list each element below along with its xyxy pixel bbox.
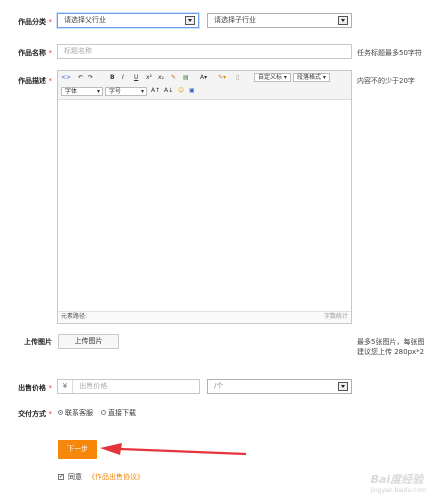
element-path: 元素路径: xyxy=(61,313,88,320)
watermark-url: jingyan.baidu.com xyxy=(370,487,426,494)
title-label: 作品名称 * xyxy=(18,49,52,57)
superscript-icon[interactable]: x² xyxy=(146,74,152,82)
editor-statusbar: 元素路径: 字数统计 xyxy=(58,311,351,323)
child-industry-value: 请选择子行业 xyxy=(214,16,256,24)
price-input[interactable]: ¥ 出售价格 xyxy=(57,379,200,394)
undo-icon[interactable]: ↶ xyxy=(78,74,83,82)
italic-icon[interactable]: I xyxy=(122,74,124,82)
currency-symbol: ¥ xyxy=(58,380,73,393)
editor-toolbar: <> ↶ ↷ B I U x² x₂ ✎ ▤ A▾ ✎▾ ▯ 自定义标 ▾ 段落… xyxy=(58,71,351,100)
chevron-down-icon xyxy=(185,16,195,25)
custom-title-select[interactable]: 自定义标 ▾ xyxy=(254,73,291,82)
category-label: 作品分类 * xyxy=(18,18,52,26)
delivery-contact-radio[interactable] xyxy=(58,410,63,415)
baidu-jingyan-watermark: Bai度经验 jingyan.baidu.com xyxy=(371,471,426,494)
font-family-value: 字体 xyxy=(65,88,78,95)
paragraph-format-select[interactable]: 段落格式 ▾ xyxy=(293,73,330,82)
emoticon-icon[interactable]: ☺ xyxy=(178,87,184,95)
chevron-down-icon: ▾ xyxy=(96,88,100,95)
upload-hint-line2: 建议您上传 280px*2 xyxy=(357,348,425,356)
title-input[interactable]: 标题名称 xyxy=(57,44,352,59)
delivery-contact-label: 联系客服 xyxy=(65,409,93,417)
format-brush-icon[interactable]: ✎ xyxy=(171,74,176,82)
description-label: 作品描述 * xyxy=(18,77,52,85)
upload-image-button[interactable]: 上传图片 xyxy=(58,334,119,349)
font-size-value: 字号 xyxy=(109,88,122,95)
title-hint: 任务标题最多50字符 xyxy=(357,49,422,57)
title-placeholder: 标题名称 xyxy=(64,47,92,55)
chevron-down-icon: ▾ xyxy=(140,88,144,95)
html-source-icon[interactable]: <> xyxy=(61,74,71,82)
redo-icon[interactable]: ↷ xyxy=(88,74,93,82)
underline-icon[interactable]: U xyxy=(134,74,138,82)
delivery-download-radio[interactable] xyxy=(101,410,106,415)
watermark-brand: Bai度经验 xyxy=(370,473,424,486)
paragraph-format-value: 段落格式 xyxy=(297,74,322,81)
font-size-select[interactable]: 字号 ▾ xyxy=(105,87,147,96)
price-unit-select[interactable]: /个 xyxy=(207,379,352,394)
font-family-select[interactable]: 字体 ▾ xyxy=(61,87,103,96)
subscript-icon[interactable]: x₂ xyxy=(158,74,164,82)
upload-hint-line1: 最多5张图片，每张图 xyxy=(357,338,425,346)
word-count: 字数统计 xyxy=(323,313,348,320)
price-label: 出售价格 * xyxy=(18,384,52,392)
paste-icon[interactable]: ▯ xyxy=(236,74,239,82)
agreement-link[interactable]: 《作品出售协议》 xyxy=(88,472,144,482)
parent-industry-select[interactable]: 请选择父行业 xyxy=(57,13,199,28)
price-unit-value: /个 xyxy=(214,382,224,390)
font-decrease-icon[interactable]: A↓ xyxy=(164,87,173,95)
annotation-arrow-icon xyxy=(100,443,247,456)
chevron-down-icon xyxy=(338,382,348,391)
font-color-glyph: A xyxy=(200,74,205,81)
highlight-icon[interactable]: ✎▾ xyxy=(218,74,226,82)
parent-industry-value: 请选择父行业 xyxy=(64,16,106,24)
delivery-download-label: 直接下载 xyxy=(108,409,136,417)
delivery-label: 交付方式 * xyxy=(18,410,52,418)
chevron-down-icon xyxy=(338,16,348,25)
font-increase-icon[interactable]: A↑ xyxy=(151,87,160,95)
child-industry-select[interactable]: 请选择子行业 xyxy=(207,13,352,28)
custom-title-value: 自定义标 xyxy=(258,74,283,81)
clear-format-icon[interactable]: ▤ xyxy=(183,74,189,82)
agree-label: 同意 xyxy=(68,473,82,481)
rich-text-editor[interactable]: <> ↶ ↷ B I U x² x₂ ✎ ▤ A▾ ✎▾ ▯ 自定义标 ▾ 段落… xyxy=(57,70,352,324)
agree-checkbox[interactable]: ✓ xyxy=(58,474,64,480)
bold-icon[interactable]: B xyxy=(110,74,115,82)
font-color-icon[interactable]: A▾ xyxy=(200,74,207,82)
description-hint: 内容不的少于20字 xyxy=(357,77,415,85)
insert-image-icon[interactable]: ▣ xyxy=(189,87,195,95)
next-step-button[interactable]: 下一步 xyxy=(58,440,97,459)
upload-label: 上传图片 xyxy=(24,338,52,346)
price-placeholder: 出售价格 xyxy=(79,382,108,390)
